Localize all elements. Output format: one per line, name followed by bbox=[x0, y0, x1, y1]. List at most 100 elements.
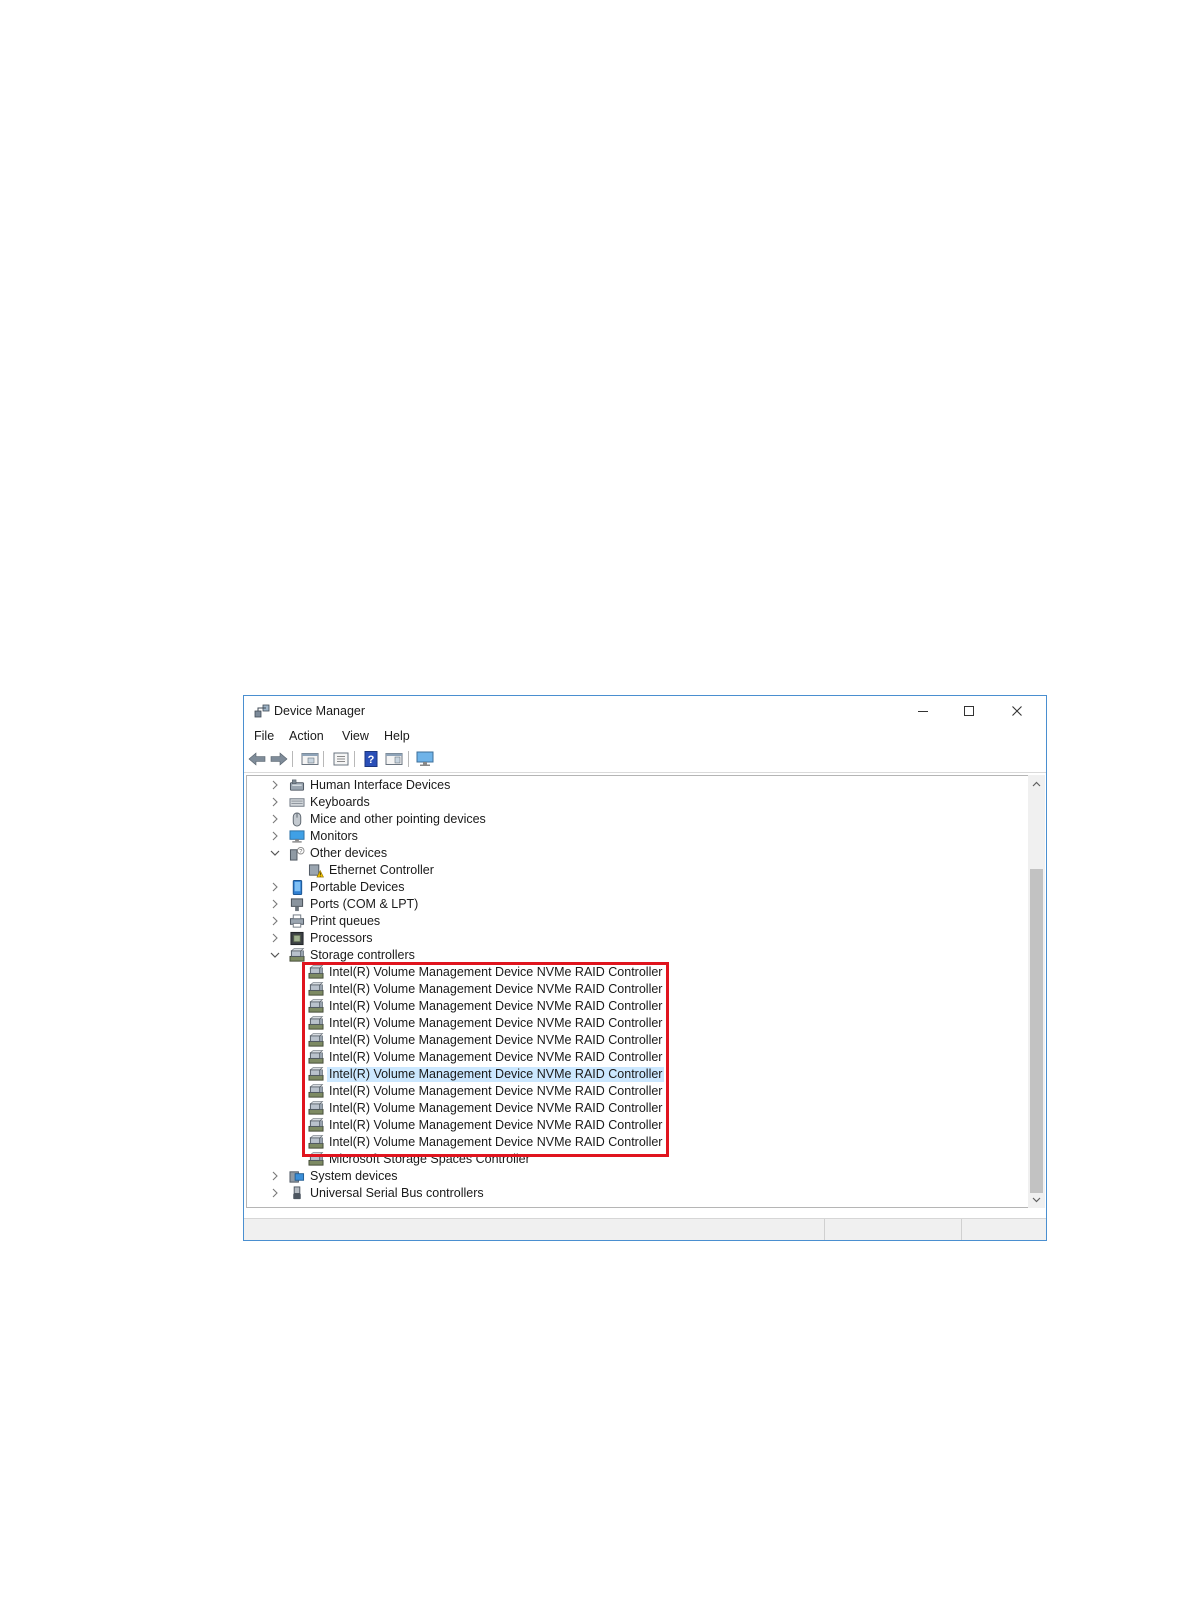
expand-toggle[interactable] bbox=[269, 813, 281, 825]
menu-action[interactable]: Action bbox=[288, 729, 325, 743]
tree-item-label: Processors bbox=[310, 931, 373, 945]
tree-item-label: Intel(R) Volume Management Device NVMe R… bbox=[329, 982, 663, 996]
hid-icon bbox=[289, 779, 305, 791]
chevron-right-icon bbox=[272, 1188, 278, 1198]
vertical-scrollbar[interactable] bbox=[1028, 775, 1045, 1208]
expand-toggle[interactable] bbox=[269, 1187, 281, 1199]
tree-item[interactable]: Intel(R) Volume Management Device NVMe R… bbox=[247, 1083, 1007, 1100]
expand-toggle[interactable] bbox=[269, 796, 281, 808]
collapse-toggle[interactable] bbox=[269, 949, 281, 961]
tree-item-label: Intel(R) Volume Management Device NVMe R… bbox=[329, 1033, 663, 1047]
expand-toggle[interactable] bbox=[269, 830, 281, 842]
storage-controller-icon bbox=[308, 1050, 324, 1064]
tree-item-label: Mice and other pointing devices bbox=[310, 812, 486, 826]
tree-item[interactable]: Intel(R) Volume Management Device NVMe R… bbox=[247, 1100, 1007, 1117]
expand-toggle[interactable] bbox=[269, 932, 281, 944]
tree-item[interactable]: Print queues bbox=[247, 913, 1007, 930]
forward-button[interactable] bbox=[270, 751, 288, 767]
menu-view[interactable]: View bbox=[341, 729, 370, 743]
tree-item[interactable]: Storage controllers bbox=[247, 947, 1007, 964]
tree-item[interactable]: Intel(R) Volume Management Device NVMe R… bbox=[247, 1049, 1007, 1066]
tree-item[interactable]: Intel(R) Volume Management Device NVMe R… bbox=[247, 1032, 1007, 1049]
chevron-right-icon bbox=[272, 797, 278, 807]
close-button[interactable] bbox=[994, 696, 1040, 726]
scrollbar-thumb[interactable] bbox=[1030, 869, 1043, 1193]
scroll-down-button[interactable] bbox=[1028, 1191, 1045, 1208]
tree-item-label: Keyboards bbox=[310, 795, 370, 809]
unknown-device-icon: ? bbox=[289, 846, 305, 861]
tree-item-label: Human Interface Devices bbox=[310, 778, 451, 792]
window-title: Device Manager bbox=[274, 704, 366, 718]
tree-item[interactable]: Intel(R) Volume Management Device NVMe R… bbox=[247, 964, 1007, 981]
help-icon: ? bbox=[364, 751, 378, 767]
tree-item[interactable]: Ports (COM & LPT) bbox=[247, 896, 1007, 913]
tree-item-label: Microsoft Storage Spaces Controller bbox=[329, 1152, 530, 1166]
scroll-up-button[interactable] bbox=[1028, 775, 1045, 792]
back-button[interactable] bbox=[248, 751, 266, 767]
tree-item[interactable]: Human Interface Devices bbox=[247, 777, 1007, 794]
tree-item[interactable]: Intel(R) Volume Management Device NVMe R… bbox=[247, 998, 1007, 1015]
expand-toggle[interactable] bbox=[269, 1170, 281, 1182]
tree-item[interactable]: Intel(R) Volume Management Device NVMe R… bbox=[247, 981, 1007, 998]
tree-item[interactable]: Intel(R) Volume Management Device NVMe R… bbox=[247, 1134, 1007, 1151]
tree-item[interactable]: ? Other devices bbox=[247, 845, 1007, 862]
chevron-right-icon bbox=[272, 814, 278, 824]
maximize-icon bbox=[964, 706, 974, 716]
processor-icon bbox=[290, 931, 304, 946]
properties-icon bbox=[333, 752, 349, 766]
keyboard-icon bbox=[289, 798, 305, 807]
properties-button[interactable] bbox=[332, 751, 350, 767]
device-tree[interactable]: Human Interface Devices Keyboards Mice and… bbox=[246, 775, 1028, 1208]
expand-toggle[interactable] bbox=[269, 881, 281, 893]
tree-item[interactable]: ! Ethernet Controller bbox=[247, 862, 1007, 879]
expand-toggle[interactable] bbox=[269, 898, 281, 910]
tree-item[interactable]: Intel(R) Volume Management Device NVMe R… bbox=[247, 1117, 1007, 1134]
storage-controller-icon bbox=[308, 1084, 324, 1098]
monitor-icon bbox=[289, 830, 305, 843]
tree-item-label: Intel(R) Volume Management Device NVMe R… bbox=[329, 1101, 663, 1115]
tree-item[interactable]: Processors bbox=[247, 930, 1007, 947]
collapse-toggle[interactable] bbox=[269, 847, 281, 859]
forward-icon bbox=[270, 752, 288, 766]
device-manager-window: Device Manager File Action View Help ? H… bbox=[243, 695, 1047, 1241]
chevron-down-icon bbox=[1032, 1197, 1041, 1202]
tree-item[interactable]: Mice and other pointing devices bbox=[247, 811, 1007, 828]
tree-item-label: Print queues bbox=[310, 914, 381, 928]
storage-controller-icon bbox=[308, 1118, 324, 1132]
tree-item-label: Ethernet Controller bbox=[329, 863, 434, 877]
tree-item[interactable]: System devices bbox=[247, 1168, 1007, 1185]
menu-file[interactable]: File bbox=[253, 729, 275, 743]
tree-item[interactable]: Microsoft Storage Spaces Controller bbox=[247, 1151, 1007, 1168]
title-bar[interactable]: Device Manager bbox=[244, 696, 1046, 726]
menu-help[interactable]: Help bbox=[383, 729, 411, 743]
tree-item[interactable]: Universal Serial Bus controllers bbox=[247, 1185, 1007, 1202]
tree-item[interactable]: Portable Devices bbox=[247, 879, 1007, 896]
show-hide-console-tree-button[interactable] bbox=[301, 751, 319, 767]
tree-item-label: Intel(R) Volume Management Device NVMe R… bbox=[329, 1084, 663, 1098]
tree-item[interactable]: Keyboards bbox=[247, 794, 1007, 811]
menu-bar: File Action View Help bbox=[244, 726, 1046, 746]
maximize-button[interactable] bbox=[946, 696, 992, 726]
tree-item-label: Intel(R) Volume Management Device NVMe R… bbox=[329, 965, 663, 979]
toolbar-separator bbox=[354, 751, 355, 767]
tree-item[interactable]: Intel(R) Volume Management Device NVMe R… bbox=[247, 1015, 1007, 1032]
scan-for-hardware-changes-button[interactable] bbox=[416, 751, 434, 767]
expand-toggle[interactable] bbox=[269, 779, 281, 791]
help-button[interactable]: ? bbox=[362, 751, 380, 767]
svg-text:?: ? bbox=[368, 754, 375, 766]
tree-item-label: Intel(R) Volume Management Device NVMe R… bbox=[329, 1135, 663, 1149]
expand-toggle[interactable] bbox=[269, 915, 281, 927]
tree-item-label: Ports (COM & LPT) bbox=[310, 897, 419, 911]
back-icon bbox=[248, 752, 266, 766]
show-action-pane-button[interactable] bbox=[385, 751, 403, 767]
tree-item-label: Portable Devices bbox=[310, 880, 405, 894]
tree-item[interactable]: Intel(R) Volume Management Device NVMe R… bbox=[247, 1066, 1007, 1083]
status-bar bbox=[244, 1218, 1046, 1240]
toolbar: ? bbox=[244, 746, 1046, 773]
tree-item[interactable]: Monitors bbox=[247, 828, 1007, 845]
show-action-pane-icon bbox=[385, 753, 403, 765]
minimize-button[interactable] bbox=[900, 696, 946, 726]
toolbar-separator bbox=[408, 751, 409, 767]
toolbar-separator bbox=[292, 751, 293, 767]
tree-item-label: Intel(R) Volume Management Device NVMe R… bbox=[329, 999, 663, 1013]
